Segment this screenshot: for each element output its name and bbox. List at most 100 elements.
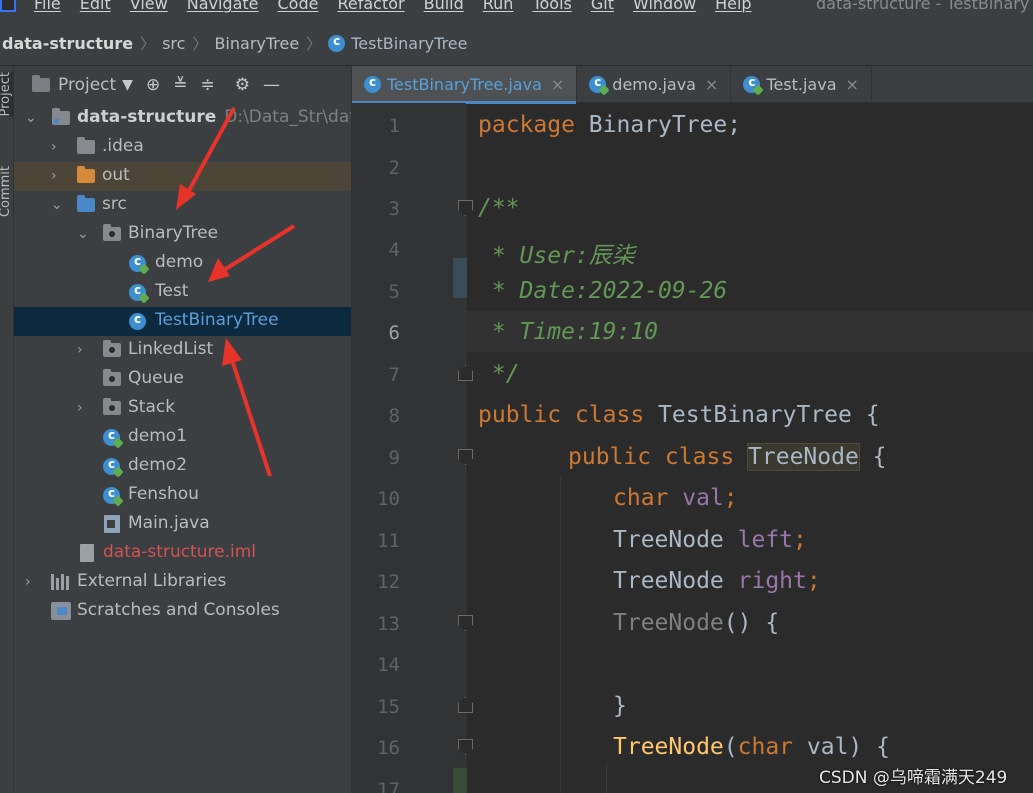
tree-item-label: out [102, 165, 130, 185]
tree-item-fenshou[interactable]: Fenshou [14, 481, 351, 510]
tree-item-label: External Libraries [77, 571, 227, 591]
watermark: CSDN @乌啼霜满天249 [819, 768, 1008, 788]
breadcrumb-separator-icon: 〉 [192, 35, 208, 53]
module-file-icon [80, 544, 94, 562]
menu-build[interactable]: Build [424, 0, 464, 13]
breadcrumb-src[interactable]: src [162, 34, 185, 53]
tree-item-scratches[interactable]: Scratches and Consoles [14, 597, 351, 626]
close-icon[interactable]: × [551, 75, 564, 94]
code-line: } [613, 693, 627, 719]
menu-help[interactable]: Help [715, 0, 751, 13]
tab-demo[interactable]: demo.java × [577, 66, 732, 103]
tree-item-binarytree[interactable]: ⌄ BinaryTree [14, 220, 351, 249]
menu-window[interactable]: Window [633, 0, 696, 13]
chevron-right-icon[interactable]: › [51, 140, 63, 154]
tab-label: Test.java [766, 75, 837, 94]
project-path: D:\Data_Str\data- [224, 107, 351, 127]
breadcrumb-separator-icon: 〉 [140, 35, 156, 53]
tree-item-main-java[interactable]: Main.java [14, 510, 351, 539]
code-area[interactable]: 1 2 3 4 5 6 7 8 9 10 11 12 13 14 15 16 1… [352, 103, 1033, 793]
indent-guide [606, 763, 607, 793]
chevron-down-icon[interactable]: ⌄ [51, 198, 63, 212]
breadcrumb-project[interactable]: data-structure [2, 34, 133, 53]
code-line: public class TreeNode { [568, 443, 887, 471]
tree-item-src[interactable]: ⌄ src [14, 191, 351, 220]
tool-window-stripe: Project Commit [0, 66, 14, 793]
tree-item-demo[interactable]: demo [14, 249, 351, 278]
vcs-change-marker[interactable] [453, 768, 467, 793]
menu-file[interactable]: File [34, 0, 61, 13]
tree-item-test[interactable]: Test [14, 278, 351, 307]
chevron-right-icon[interactable]: › [51, 169, 63, 183]
close-icon[interactable]: × [846, 75, 859, 94]
class-icon [103, 428, 120, 446]
line-number: 17 [377, 779, 400, 793]
tree-item-label: Fenshou [128, 484, 199, 504]
menu-tools[interactable]: Tools [532, 0, 571, 13]
chevron-right-icon[interactable]: › [25, 575, 37, 589]
class-icon [589, 75, 607, 93]
menu-refactor[interactable]: Refactor [337, 0, 404, 13]
line-number: 2 [388, 157, 400, 179]
tab-testbinarytree[interactable]: TestBinaryTree.java × [352, 66, 578, 104]
breadcrumb-package[interactable]: BinaryTree [214, 34, 299, 53]
project-folder-icon [52, 108, 70, 125]
minimize-icon[interactable]: — [263, 75, 280, 95]
tree-item-idea[interactable]: › .idea [14, 133, 351, 162]
breadcrumb-separator-icon: 〉 [306, 35, 322, 53]
tree-item-stack[interactable]: › Stack [14, 394, 351, 423]
menu-run[interactable]: Run [483, 0, 514, 13]
menu-git[interactable]: Git [591, 0, 614, 13]
tree-item-iml[interactable]: data-structure.iml [14, 539, 351, 568]
expand-all-icon[interactable]: ≚ [173, 75, 187, 95]
package-icon [103, 224, 121, 241]
collapse-all-icon[interactable]: ≑ [200, 75, 214, 95]
chevron-down-icon[interactable]: ▼ [122, 77, 133, 93]
breadcrumb-file[interactable]: TestBinaryTree [351, 34, 467, 53]
tree-item-linkedlist[interactable]: › LinkedList [14, 336, 351, 365]
tree-item-demo1[interactable]: demo1 [14, 423, 351, 452]
menu-code[interactable]: Code [278, 0, 319, 13]
gear-icon[interactable]: ⚙ [235, 75, 250, 95]
code-line: char val; [613, 485, 738, 511]
tree-item-queue[interactable]: Queue [14, 365, 351, 394]
tree-item-demo2[interactable]: demo2 [14, 452, 351, 481]
tree-item-label: BinaryTree [128, 223, 219, 243]
tab-test[interactable]: Test.java × [731, 66, 872, 103]
tree-item-out[interactable]: › out [14, 162, 351, 191]
line-number: 1 [388, 115, 400, 137]
tree-item-root[interactable]: ⌄ data-structureD:\Data_Str\data- [14, 104, 351, 133]
line-number: 14 [377, 654, 400, 676]
menu-view[interactable]: View [130, 0, 168, 13]
code-line: TreeNode left; [613, 527, 807, 553]
tree-item-testbinarytree[interactable]: TestBinaryTree [14, 307, 351, 336]
close-icon[interactable]: × [705, 75, 718, 94]
tree-item-label: Queue [128, 368, 184, 388]
project-view-selector[interactable]: Project [58, 75, 116, 95]
editor: TestBinaryTree.java × demo.java × Test.j… [351, 66, 1033, 793]
editor-tab-bar: TestBinaryTree.java × demo.java × Test.j… [352, 66, 1033, 104]
excluded-folder-icon [77, 166, 95, 183]
menu-edit[interactable]: Edit [80, 0, 111, 13]
line-number: 4 [388, 239, 400, 261]
crosshair-icon[interactable]: ⊕ [146, 75, 160, 95]
project-tool-tab[interactable]: Project [0, 72, 13, 117]
line-number: 9 [388, 447, 400, 469]
code-line: * Date:2022-09-26 [478, 278, 728, 304]
tree-item-external-libraries[interactable]: › External Libraries [14, 568, 351, 597]
tree-item-label: LinkedList [128, 339, 214, 359]
project-toolbar: Project ▼ ⊕ ≚ ≑ ⚙ — [14, 66, 351, 104]
chevron-right-icon[interactable]: › [77, 343, 89, 357]
chevron-right-icon[interactable]: › [77, 401, 89, 415]
commit-tool-tab[interactable]: Commit [0, 166, 13, 217]
chevron-down-icon[interactable]: ⌄ [25, 111, 37, 125]
line-number: 10 [377, 488, 400, 510]
vcs-change-marker[interactable] [453, 258, 467, 298]
menu-navigate[interactable]: Navigate [187, 0, 259, 13]
tree-item-label: TestBinaryTree [155, 310, 279, 330]
chevron-down-icon[interactable]: ⌄ [77, 227, 89, 241]
class-icon [103, 457, 120, 475]
code-line: TreeNode() { [613, 610, 780, 636]
line-number: 3 [388, 198, 400, 220]
menu-bar: File Edit View Navigate Code Refactor Bu… [0, 0, 1033, 22]
